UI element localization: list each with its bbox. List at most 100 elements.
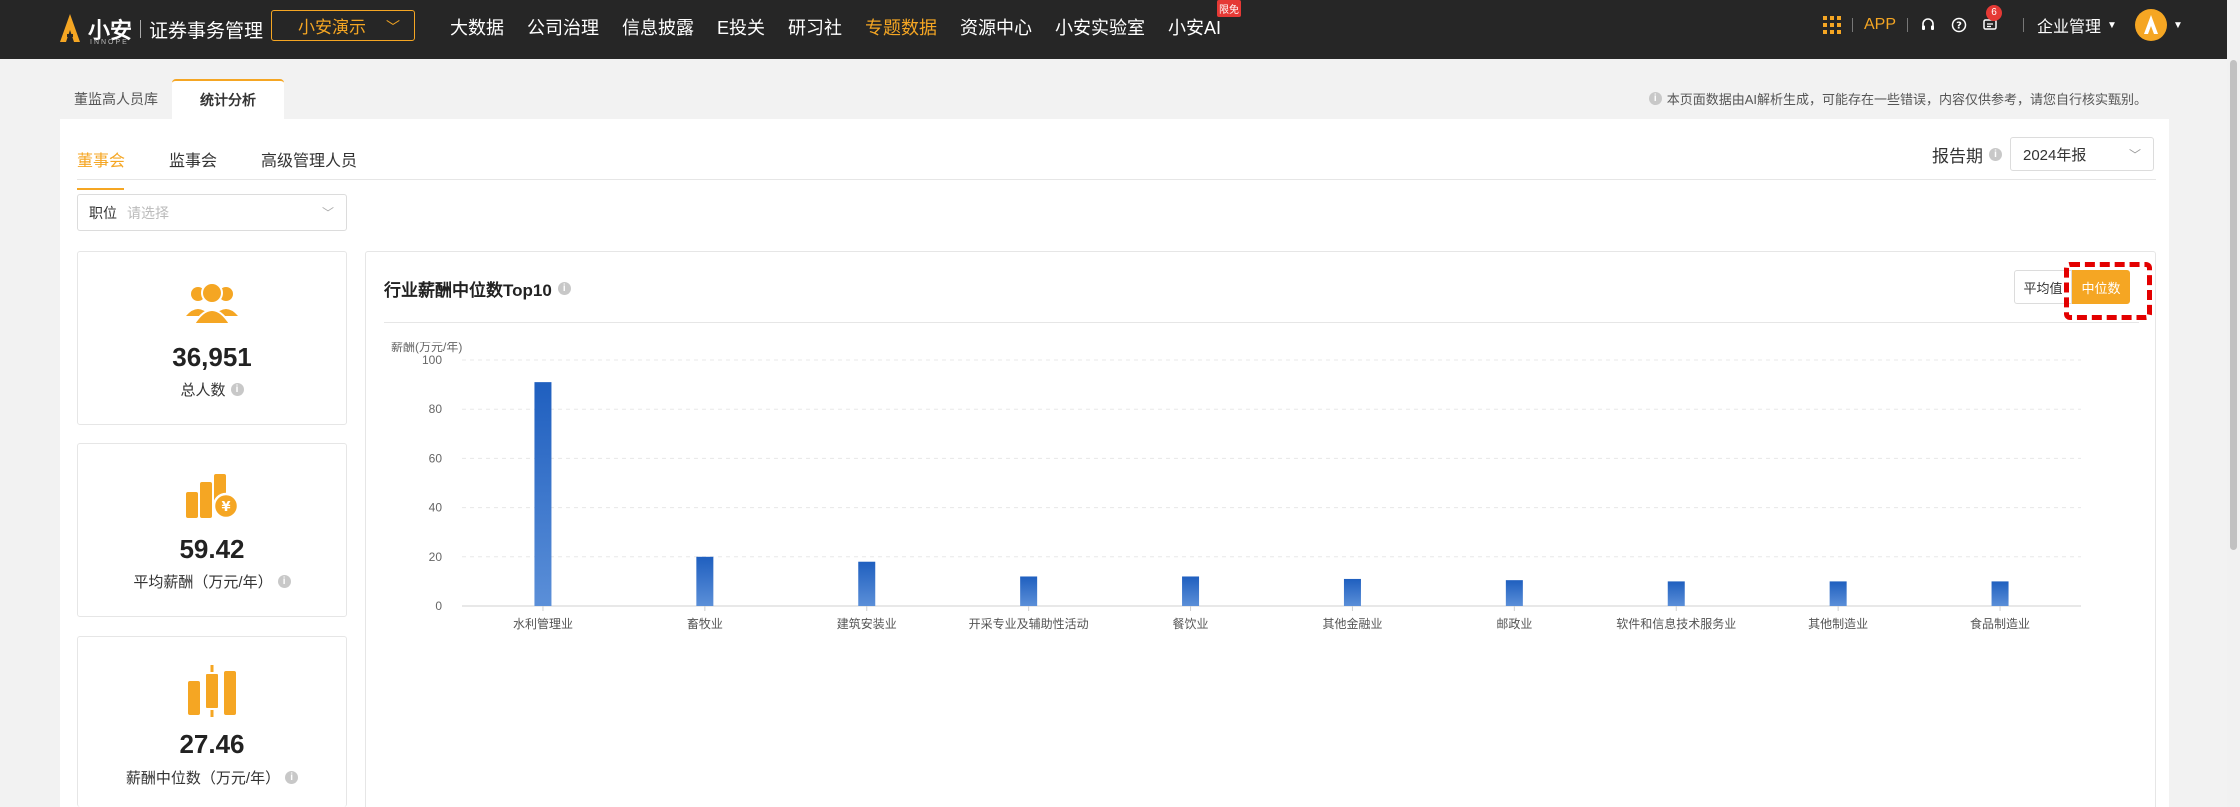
tab-statistics[interactable]: 统计分析 — [172, 79, 284, 119]
x-tick-label: 开采专业及辅助性活动 — [969, 616, 1089, 631]
chart-title-text: 行业薪酬中位数Top10 — [384, 281, 552, 300]
stat-value-median-salary: 27.46 — [179, 729, 245, 759]
stat-value-total: 36,951 — [172, 342, 252, 372]
report-period: 报告期 i 2024年报 ﹀ — [1932, 137, 2154, 171]
nav-item-study[interactable]: 研习社 — [788, 14, 842, 40]
help-icon[interactable]: ? — [1950, 16, 1968, 34]
caret-down-icon: ▼ — [2107, 19, 2117, 31]
info-icon: i — [1648, 92, 1662, 105]
chevron-down-icon: ﹀ — [2128, 148, 2141, 162]
bar — [1020, 576, 1038, 606]
nav-item-resources[interactable]: 资源中心 — [960, 14, 1032, 40]
candlestick-icon — [78, 663, 346, 719]
page-tabs: 董监高人员库 统计分析 i 本页面数据由AI解析生成，可能存在一些错误，内容仅供… — [60, 79, 2169, 119]
brand-tagline: INNOPE — [90, 39, 129, 46]
x-tick-label: 其他金融业 — [1322, 616, 1382, 631]
nav-item-investor-relations[interactable]: E投关 — [717, 14, 765, 40]
user-avatar[interactable] — [2134, 9, 2167, 41]
main-nav: 大数据 公司治理 信息披露 E投关 研习社 专题数据 资源中心 小安实验室 小安… — [450, 0, 1244, 40]
stat-label-avg-salary-text: 平均薪酬（万元/年） — [133, 574, 273, 591]
x-tick-label: 建筑安装业 — [837, 616, 897, 631]
y-tick-label: 40 — [429, 501, 443, 515]
x-tick-label: 邮政业 — [1496, 617, 1532, 631]
divider — [1907, 18, 1909, 32]
nav-item-disclosure[interactable]: 信息披露 — [622, 14, 694, 40]
app-grid-icon[interactable] — [1823, 16, 1841, 34]
position-filter-placeholder: 请选择 — [127, 204, 169, 221]
nav-item-topic-data[interactable]: 专题数据 — [865, 14, 937, 40]
bar — [1182, 576, 1200, 606]
message-count-badge: 6 — [1986, 5, 2003, 21]
app-link[interactable]: APP — [1864, 16, 1896, 34]
info-icon[interactable]: i — [1989, 147, 2002, 161]
headset-icon[interactable] — [1919, 16, 1937, 34]
chevron-down-icon: ﹀ — [386, 19, 400, 35]
page-scrollbar[interactable] — [2227, 0, 2240, 807]
stat-label-avg-salary: 平均薪酬（万元/年） i — [78, 571, 346, 592]
divider — [2023, 18, 2025, 32]
report-period-select[interactable]: 2024年报 ﹀ — [2010, 137, 2154, 171]
top-navbar: 小安 证券事务管理 INNOPE 小安演示 ﹀ 大数据 公司治理 信息披露 E投… — [0, 0, 2227, 59]
x-tick-label: 食品制造业 — [1970, 616, 2030, 631]
scrollbar-thumb[interactable] — [2230, 60, 2237, 550]
nav-item-governance[interactable]: 公司治理 — [527, 14, 599, 40]
page-content: 董监高人员库 统计分析 i 本页面数据由AI解析生成，可能存在一些错误，内容仅供… — [60, 79, 2169, 807]
bar-chart: 薪酬(万元/年)020406080100水利管理业 畜牧业 建筑安装业 开采专业及辅助… — [391, 342, 2081, 631]
x-tick-label: 其他制造业 — [1808, 617, 1868, 631]
median-toggle-button[interactable]: 中位数 — [2072, 270, 2130, 304]
report-period-label: 报告期 — [1932, 146, 1983, 166]
brand-divider — [140, 20, 142, 38]
industry-salary-chart-panel: 行业薪酬中位数Top10 i 平均值 中位数 薪酬(万元/年) 0 20 40 60 80… — [365, 251, 2156, 807]
y-tick-label: 60 — [429, 451, 443, 465]
tab-board[interactable]: 董事会 — [77, 147, 126, 190]
brand[interactable]: 小安 证券事务管理 INNOPE — [58, 8, 263, 50]
corp-management-menu[interactable]: 企业管理 — [2037, 13, 2101, 37]
nav-item-bigdata[interactable]: 大数据 — [450, 14, 504, 40]
chart-divider — [384, 322, 2139, 323]
svg-text:¥: ¥ — [221, 500, 230, 515]
metric-toggle: 平均值 中位数 — [2014, 270, 2130, 304]
y-tick-label: 80 — [429, 402, 443, 416]
info-icon[interactable]: i — [557, 282, 571, 295]
stat-value-avg-salary: 59.42 — [179, 534, 245, 564]
tab-senior-management[interactable]: 高级管理人员 — [261, 147, 357, 171]
nav-item-ai[interactable]: 小安AI 限免 — [1168, 0, 1242, 40]
x-tick-label: 畜牧业 — [687, 616, 723, 631]
stat-card-median-salary: 27.46 薪酬中位数（万元/年） i — [77, 636, 347, 807]
brand-logo-icon — [58, 12, 82, 46]
report-period-value: 2024年报 — [2023, 146, 2087, 164]
stat-label-total-text: 总人数 — [180, 382, 226, 399]
x-tick-label: 软件和信息技术服务业 — [1616, 616, 1736, 631]
svg-text:?: ? — [1956, 21, 1962, 32]
position-filter-label: 职位 — [89, 204, 117, 221]
stat-label-median-salary-text: 薪酬中位数（万元/年） — [125, 770, 281, 787]
stat-label-total: 总人数 i — [78, 379, 346, 400]
top-right-tools: APP ? 6 企业管理 ▼ ▼ — [1823, 5, 2183, 41]
info-icon[interactable]: i — [285, 771, 299, 784]
tab-supervisors[interactable]: 监事会 — [169, 147, 217, 171]
x-tick-label: 水利管理业 — [513, 616, 573, 631]
chart-title: 行业薪酬中位数Top10 i — [384, 276, 571, 301]
info-icon[interactable]: i — [277, 575, 291, 588]
brand-subtitle: 证券事务管理 — [149, 20, 264, 42]
divider — [1852, 18, 1853, 32]
stat-card-avg-salary: ¥ 59.42 平均薪酬（万元/年） i — [77, 443, 347, 617]
y-tick-label: 100 — [422, 353, 442, 367]
x-tick-label: 餐饮业 — [1173, 616, 1209, 631]
tab-personnel-library[interactable]: 董监高人员库 — [60, 79, 172, 119]
ai-disclaimer-text: 本页面数据由AI解析生成，可能存在一些错误，内容仅供参考，请您自行核实甄别。 — [1666, 92, 2147, 107]
company-select[interactable]: 小安演示 ﹀ — [271, 10, 415, 41]
bar — [1343, 578, 1361, 606]
caret-down-icon[interactable]: ▼ — [2173, 20, 2183, 31]
tab-board-label: 董事会 — [77, 153, 126, 170]
nav-item-ai-label: 小安AI — [1168, 18, 1222, 38]
message-icon[interactable]: 6 — [1981, 5, 2003, 34]
position-filter[interactable]: 职位 请选择 ﹀ — [77, 194, 347, 231]
bar — [1667, 581, 1685, 606]
stat-label-median-salary: 薪酬中位数（万元/年） i — [78, 767, 346, 788]
average-toggle-button[interactable]: 平均值 — [2014, 270, 2072, 304]
nav-item-lab[interactable]: 小安实验室 — [1055, 14, 1145, 40]
y-tick-label: 20 — [429, 550, 443, 564]
bar — [1505, 580, 1523, 606]
info-icon[interactable]: i — [230, 383, 244, 396]
